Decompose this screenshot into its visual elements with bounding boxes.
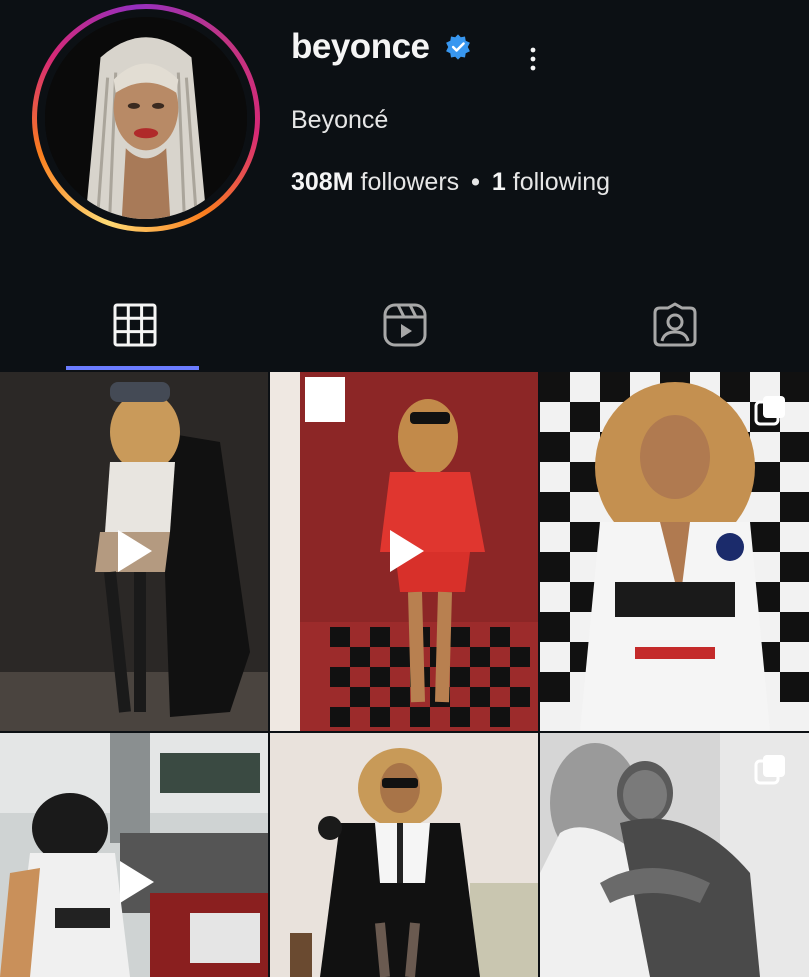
username-row: beyonce <box>291 26 472 68</box>
carousel-icon <box>754 755 785 785</box>
following-count: 1 <box>491 168 506 196</box>
play-icon <box>118 530 152 572</box>
profile-tabs <box>0 280 809 370</box>
posts-grid <box>0 372 809 977</box>
active-tab-indicator <box>66 366 199 370</box>
avatar[interactable] <box>45 17 247 219</box>
followers-label: followers <box>360 168 460 196</box>
more-options-icon[interactable] <box>526 45 540 73</box>
post-thumbnail[interactable] <box>0 733 268 977</box>
reels-icon <box>383 303 427 347</box>
post-thumbnail[interactable] <box>540 733 809 977</box>
post-thumbnail[interactable] <box>540 372 809 731</box>
carousel-icon <box>754 396 785 426</box>
tab-tagged[interactable] <box>540 280 809 370</box>
post-thumbnail[interactable] <box>270 733 538 977</box>
tab-posts[interactable] <box>0 280 270 370</box>
play-icon <box>120 861 154 903</box>
followers-count: 308M <box>291 168 354 196</box>
following-link[interactable]: 1 following <box>492 168 610 197</box>
post-image <box>270 733 538 977</box>
stats-separator: • <box>471 168 480 196</box>
grid-icon <box>113 303 157 347</box>
story-ring[interactable] <box>32 4 260 232</box>
profile-header: beyonce Beyoncé 308M followers • 1 follo… <box>0 0 809 300</box>
avatar-image <box>45 17 247 219</box>
verified-badge-icon <box>445 34 470 60</box>
username: beyonce <box>291 27 430 66</box>
tab-reels[interactable] <box>270 280 540 370</box>
post-image <box>0 733 268 977</box>
profile-stats: 308M followers • 1 following <box>291 168 610 197</box>
play-icon <box>390 530 424 572</box>
following-label: following <box>512 168 611 196</box>
full-name: Beyoncé <box>291 106 389 134</box>
tagged-icon <box>653 302 697 347</box>
post-thumbnail[interactable] <box>0 372 268 731</box>
post-thumbnail[interactable] <box>270 372 538 731</box>
followers-link[interactable]: 308M followers <box>291 168 459 197</box>
